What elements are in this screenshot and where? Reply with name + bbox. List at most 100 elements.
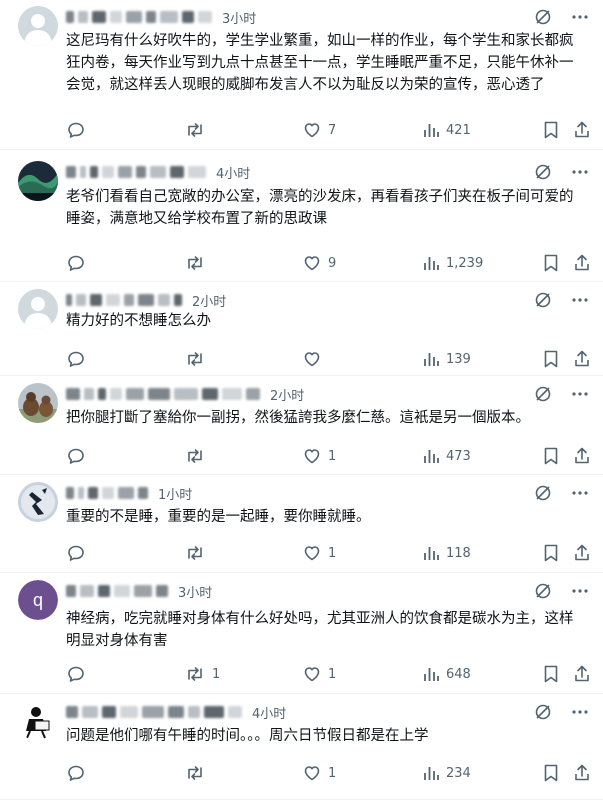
post-time[interactable]: 4小时 bbox=[216, 163, 250, 182]
bookmark-button[interactable] bbox=[542, 349, 560, 369]
views-button[interactable]: 421 bbox=[422, 121, 471, 139]
reply-post[interactable]: 2小时 把你腿打斷了塞給你一副拐，然後猛誇我多麼仁慈。這衹是另一個版本。 1 473 bbox=[0, 377, 603, 475]
like-button[interactable] bbox=[302, 349, 328, 369]
share-button[interactable] bbox=[572, 120, 592, 140]
view-count: 139 bbox=[446, 351, 471, 367]
redacted-username[interactable] bbox=[66, 289, 182, 311]
share-icon bbox=[572, 543, 592, 563]
share-button[interactable] bbox=[572, 446, 592, 466]
bookmark-button[interactable] bbox=[542, 253, 560, 273]
post-time[interactable]: 4小时 bbox=[252, 703, 286, 722]
post-time[interactable]: 2小时 bbox=[270, 385, 304, 404]
avatar[interactable] bbox=[18, 482, 58, 522]
share-icon bbox=[572, 349, 592, 369]
reply-post[interactable]: 1小时 重要的不是睡，重要的是一起睡，要你睡就睡。 1 118 bbox=[0, 476, 603, 573]
share-button[interactable] bbox=[572, 253, 592, 273]
reply-post[interactable]: 3小时 这尼玛有什么好吹牛的，学生学业繁重，如山一样的作业，每个学生和家长都疯狂内… bbox=[0, 0, 603, 150]
views-button[interactable]: 234 bbox=[422, 764, 471, 782]
like-button[interactable]: 7 bbox=[302, 120, 336, 140]
post-header: 2小时 bbox=[66, 383, 589, 405]
redacted-username[interactable] bbox=[66, 701, 242, 723]
repost-button[interactable] bbox=[184, 349, 212, 369]
reply-post[interactable]: 4小时 问题是他们哪有午睡的时间。。。周六日节假日都是在上学 1 234 bbox=[0, 695, 603, 800]
avatar[interactable] bbox=[18, 161, 58, 201]
grok-icon[interactable] bbox=[533, 483, 553, 503]
avatar[interactable] bbox=[18, 701, 58, 741]
view-count: 118 bbox=[446, 545, 471, 561]
avatar[interactable]: q bbox=[18, 580, 58, 620]
bookmark-button[interactable] bbox=[542, 446, 560, 466]
post-time[interactable]: 2小时 bbox=[192, 291, 226, 310]
post-time[interactable]: 3小时 bbox=[178, 582, 212, 601]
share-icon bbox=[572, 763, 592, 783]
grok-icon[interactable] bbox=[533, 384, 553, 404]
bookmark-button[interactable] bbox=[542, 664, 560, 684]
reply-button[interactable] bbox=[66, 253, 92, 273]
views-button[interactable]: 1,239 bbox=[422, 254, 483, 272]
more-icon[interactable] bbox=[571, 484, 589, 502]
reply-button[interactable] bbox=[66, 543, 92, 563]
reply-post[interactable]: 4小时 老爷们看看自己宽敞的办公室，漂亮的沙发床，再看看孩子们夹在板子间可爱的睡姿… bbox=[0, 155, 603, 282]
repost-button[interactable] bbox=[184, 446, 212, 466]
redacted-username[interactable] bbox=[66, 482, 148, 504]
bookmark-button[interactable] bbox=[542, 120, 560, 140]
views-button[interactable]: 473 bbox=[422, 447, 471, 465]
reply-button[interactable] bbox=[66, 120, 92, 140]
repost-count: 1 bbox=[212, 666, 221, 682]
reply-post[interactable]: 2小时 精力好的不想睡怎么办 139 bbox=[0, 283, 603, 376]
like-button[interactable]: 1 bbox=[302, 763, 336, 783]
share-button[interactable] bbox=[572, 543, 592, 563]
reply-icon bbox=[66, 664, 86, 684]
like-icon bbox=[302, 664, 322, 684]
repost-icon bbox=[184, 763, 206, 783]
share-button[interactable] bbox=[572, 664, 592, 684]
views-button[interactable]: 648 bbox=[422, 665, 471, 683]
share-button[interactable] bbox=[572, 349, 592, 369]
like-button[interactable]: 1 bbox=[302, 543, 336, 563]
repost-button[interactable] bbox=[184, 763, 212, 783]
redacted-username[interactable] bbox=[66, 161, 206, 183]
grok-icon[interactable] bbox=[533, 7, 553, 27]
more-icon[interactable] bbox=[571, 703, 589, 721]
reply-button[interactable] bbox=[66, 664, 92, 684]
grok-icon[interactable] bbox=[533, 702, 553, 722]
redacted-username[interactable] bbox=[66, 6, 212, 28]
grok-icon[interactable] bbox=[533, 581, 553, 601]
view-count: 1,239 bbox=[446, 255, 484, 271]
avatar[interactable] bbox=[18, 289, 58, 329]
repost-button[interactable]: 1 bbox=[184, 664, 220, 684]
like-button[interactable]: 1 bbox=[302, 664, 336, 684]
share-button[interactable] bbox=[572, 763, 592, 783]
post-time[interactable]: 3小时 bbox=[222, 8, 256, 27]
grok-icon[interactable] bbox=[533, 162, 553, 182]
post-time[interactable]: 1小时 bbox=[158, 484, 192, 503]
bookmark-button[interactable] bbox=[542, 543, 560, 563]
reply-button[interactable] bbox=[66, 349, 92, 369]
repost-button[interactable] bbox=[184, 120, 212, 140]
like-button[interactable]: 9 bbox=[302, 253, 336, 273]
reply-post[interactable]: q 3小时 神经病，吃完就睡对身体有什么好处吗，尤其亚洲人的饮食都是碳水为主，这样… bbox=[0, 574, 603, 694]
grok-icon[interactable] bbox=[533, 290, 553, 310]
more-icon[interactable] bbox=[571, 385, 589, 403]
views-button[interactable]: 139 bbox=[422, 350, 471, 368]
reply-button[interactable] bbox=[66, 763, 92, 783]
bookmark-icon bbox=[542, 120, 560, 140]
views-button[interactable]: 118 bbox=[422, 544, 471, 562]
redacted-username[interactable] bbox=[66, 383, 260, 405]
bookmark-icon bbox=[542, 446, 560, 466]
avatar[interactable] bbox=[18, 383, 58, 423]
more-icon[interactable] bbox=[571, 291, 589, 309]
more-icon[interactable] bbox=[571, 582, 589, 600]
reply-button[interactable] bbox=[66, 446, 92, 466]
repost-button[interactable] bbox=[184, 543, 212, 563]
like-button[interactable]: 1 bbox=[302, 446, 336, 466]
avatar[interactable] bbox=[18, 6, 58, 46]
redacted-username[interactable] bbox=[66, 580, 168, 602]
reply-icon bbox=[66, 763, 86, 783]
like-count: 9 bbox=[328, 255, 337, 271]
more-icon[interactable] bbox=[571, 8, 589, 26]
repost-icon bbox=[184, 664, 206, 684]
bookmark-button[interactable] bbox=[542, 763, 560, 783]
repost-button[interactable] bbox=[184, 253, 212, 273]
more-icon[interactable] bbox=[571, 163, 589, 181]
